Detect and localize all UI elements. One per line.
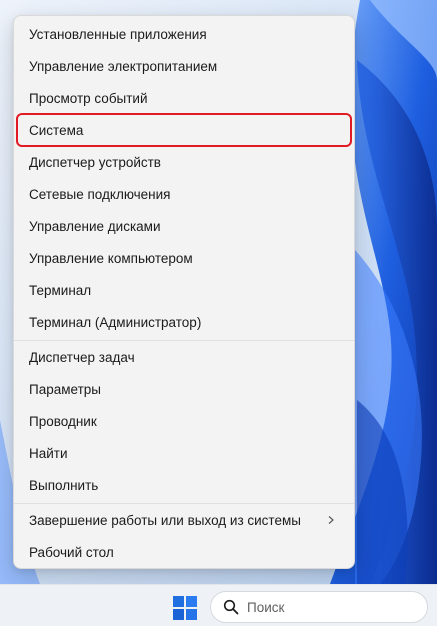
menu-item-label: Управление компьютером <box>29 250 193 266</box>
chevron-right-icon <box>328 516 334 524</box>
search-icon <box>223 599 239 615</box>
menu-divider <box>14 503 354 504</box>
menu-item-search[interactable]: Найти <box>18 438 350 468</box>
menu-item-computer-management[interactable]: Управление компьютером <box>18 243 350 273</box>
menu-item-shutdown-signout[interactable]: Завершение работы или выход из системы <box>18 505 350 535</box>
menu-divider <box>14 340 354 341</box>
start-button[interactable] <box>173 596 197 620</box>
menu-item-label: Установленные приложения <box>29 26 207 42</box>
menu-item-label: Завершение работы или выход из системы <box>29 512 301 528</box>
menu-item-label: Рабочий стол <box>29 544 114 560</box>
menu-item-disk-management[interactable]: Управление дисками <box>18 211 350 241</box>
menu-item-task-manager[interactable]: Диспетчер задач <box>18 342 350 372</box>
taskbar: Поиск <box>0 584 437 626</box>
menu-item-network-connections[interactable]: Сетевые подключения <box>18 179 350 209</box>
search-placeholder: Поиск <box>247 599 285 615</box>
menu-item-label: Сетевые подключения <box>29 186 171 202</box>
menu-item-label: Просмотр событий <box>29 90 148 106</box>
menu-item-desktop[interactable]: Рабочий стол <box>18 537 350 567</box>
menu-item-label: Параметры <box>29 381 101 397</box>
menu-item-settings[interactable]: Параметры <box>18 374 350 404</box>
menu-item-file-explorer[interactable]: Проводник <box>18 406 350 436</box>
menu-item-installed-apps[interactable]: Установленные приложения <box>18 19 350 49</box>
menu-item-label: Терминал <box>29 282 92 298</box>
menu-item-label: Диспетчер устройств <box>29 154 161 170</box>
menu-item-system[interactable]: Система <box>16 113 352 147</box>
menu-item-power-options[interactable]: Управление электропитанием <box>18 51 350 81</box>
menu-item-device-manager[interactable]: Диспетчер устройств <box>18 147 350 177</box>
menu-item-run[interactable]: Выполнить <box>18 470 350 500</box>
menu-item-terminal-admin[interactable]: Терминал (Администратор) <box>18 307 350 337</box>
menu-item-label: Управление дисками <box>29 218 161 234</box>
winx-context-menu: Установленные приложения Управление элек… <box>13 15 355 569</box>
menu-item-label: Терминал (Администратор) <box>29 314 202 330</box>
taskbar-search-box[interactable]: Поиск <box>210 591 428 623</box>
menu-item-label: Управление электропитанием <box>29 58 218 74</box>
menu-item-event-viewer[interactable]: Просмотр событий <box>18 83 350 113</box>
menu-item-label: Диспетчер задач <box>29 349 135 365</box>
menu-item-terminal[interactable]: Терминал <box>18 275 350 305</box>
menu-item-label: Проводник <box>29 413 97 429</box>
menu-item-label: Найти <box>29 445 68 461</box>
menu-item-label: Выполнить <box>29 477 99 493</box>
menu-item-label: Система <box>29 122 84 138</box>
windows-logo-icon <box>173 596 197 620</box>
